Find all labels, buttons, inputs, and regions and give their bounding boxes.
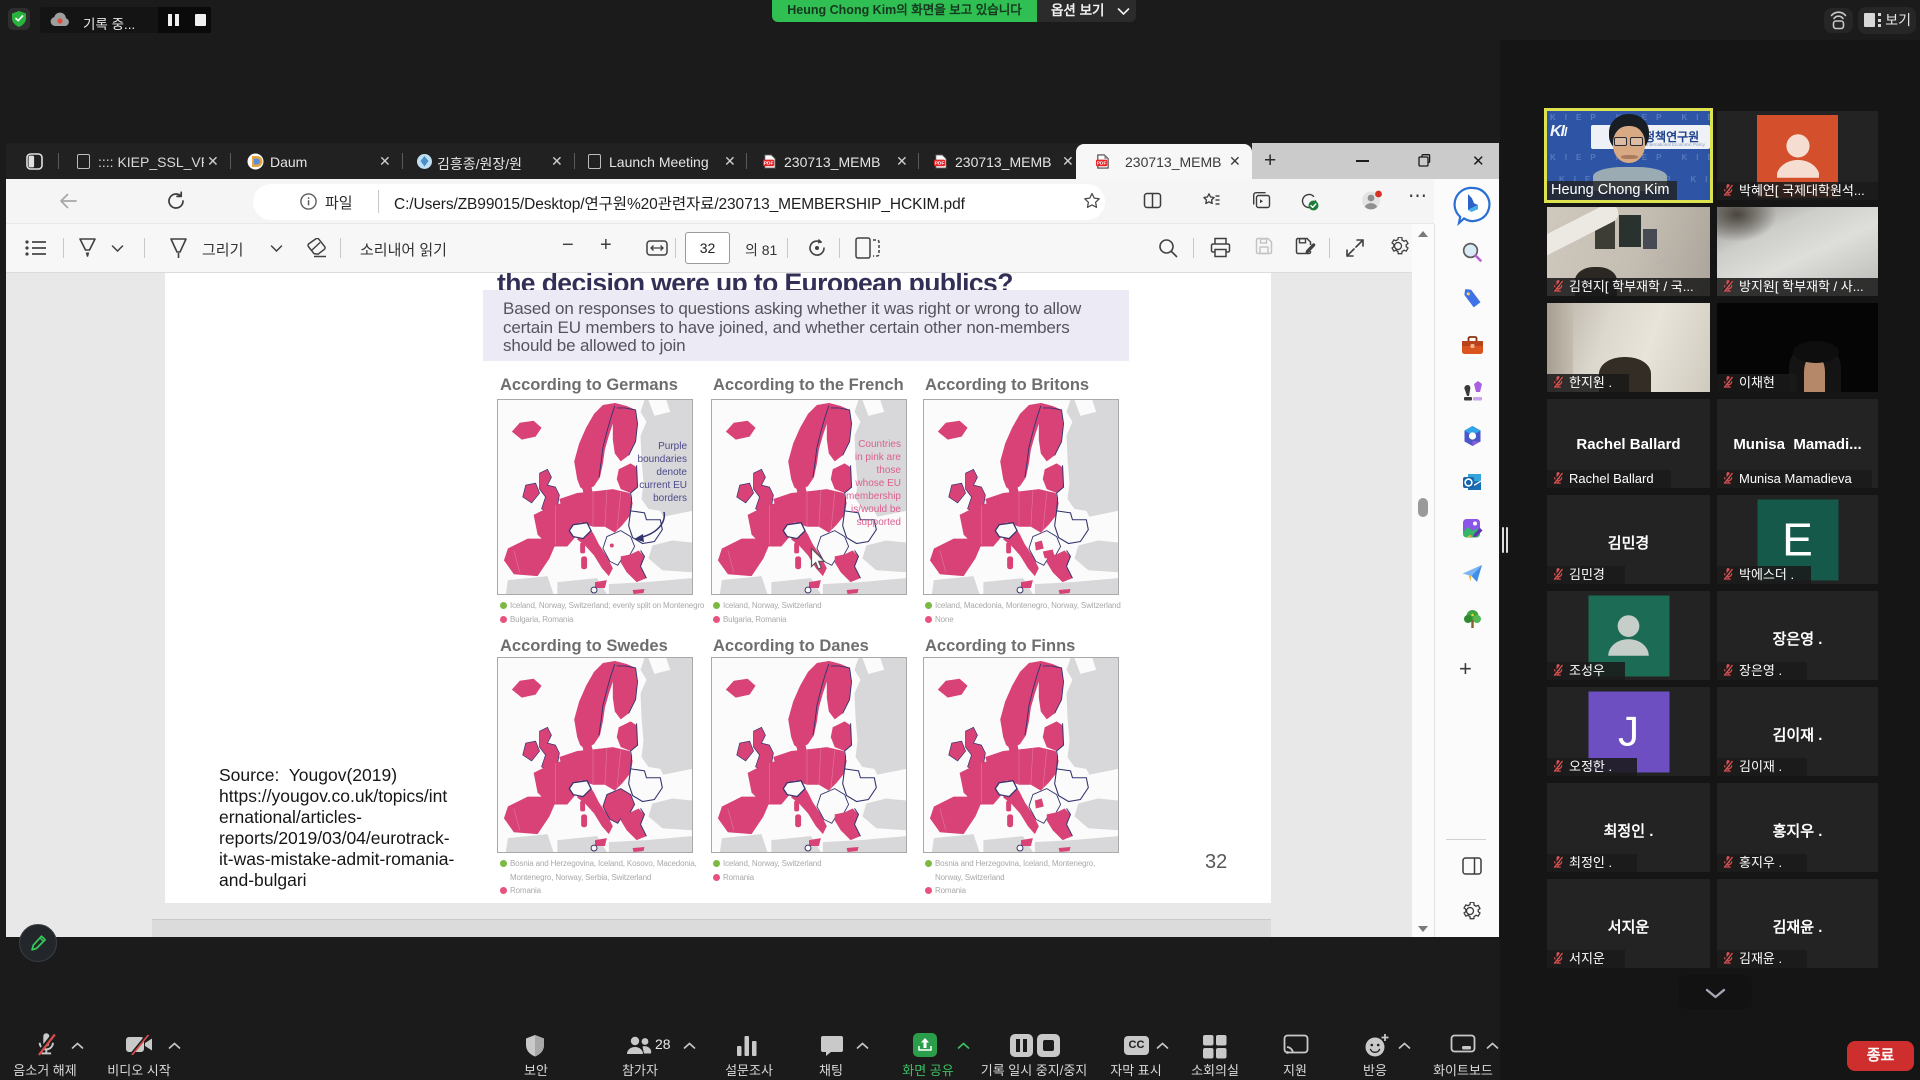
svg-text:PDF: PDF	[935, 161, 945, 167]
svg-text:PDF: PDF	[1097, 161, 1107, 167]
svg-text:PDF: PDF	[764, 161, 774, 167]
